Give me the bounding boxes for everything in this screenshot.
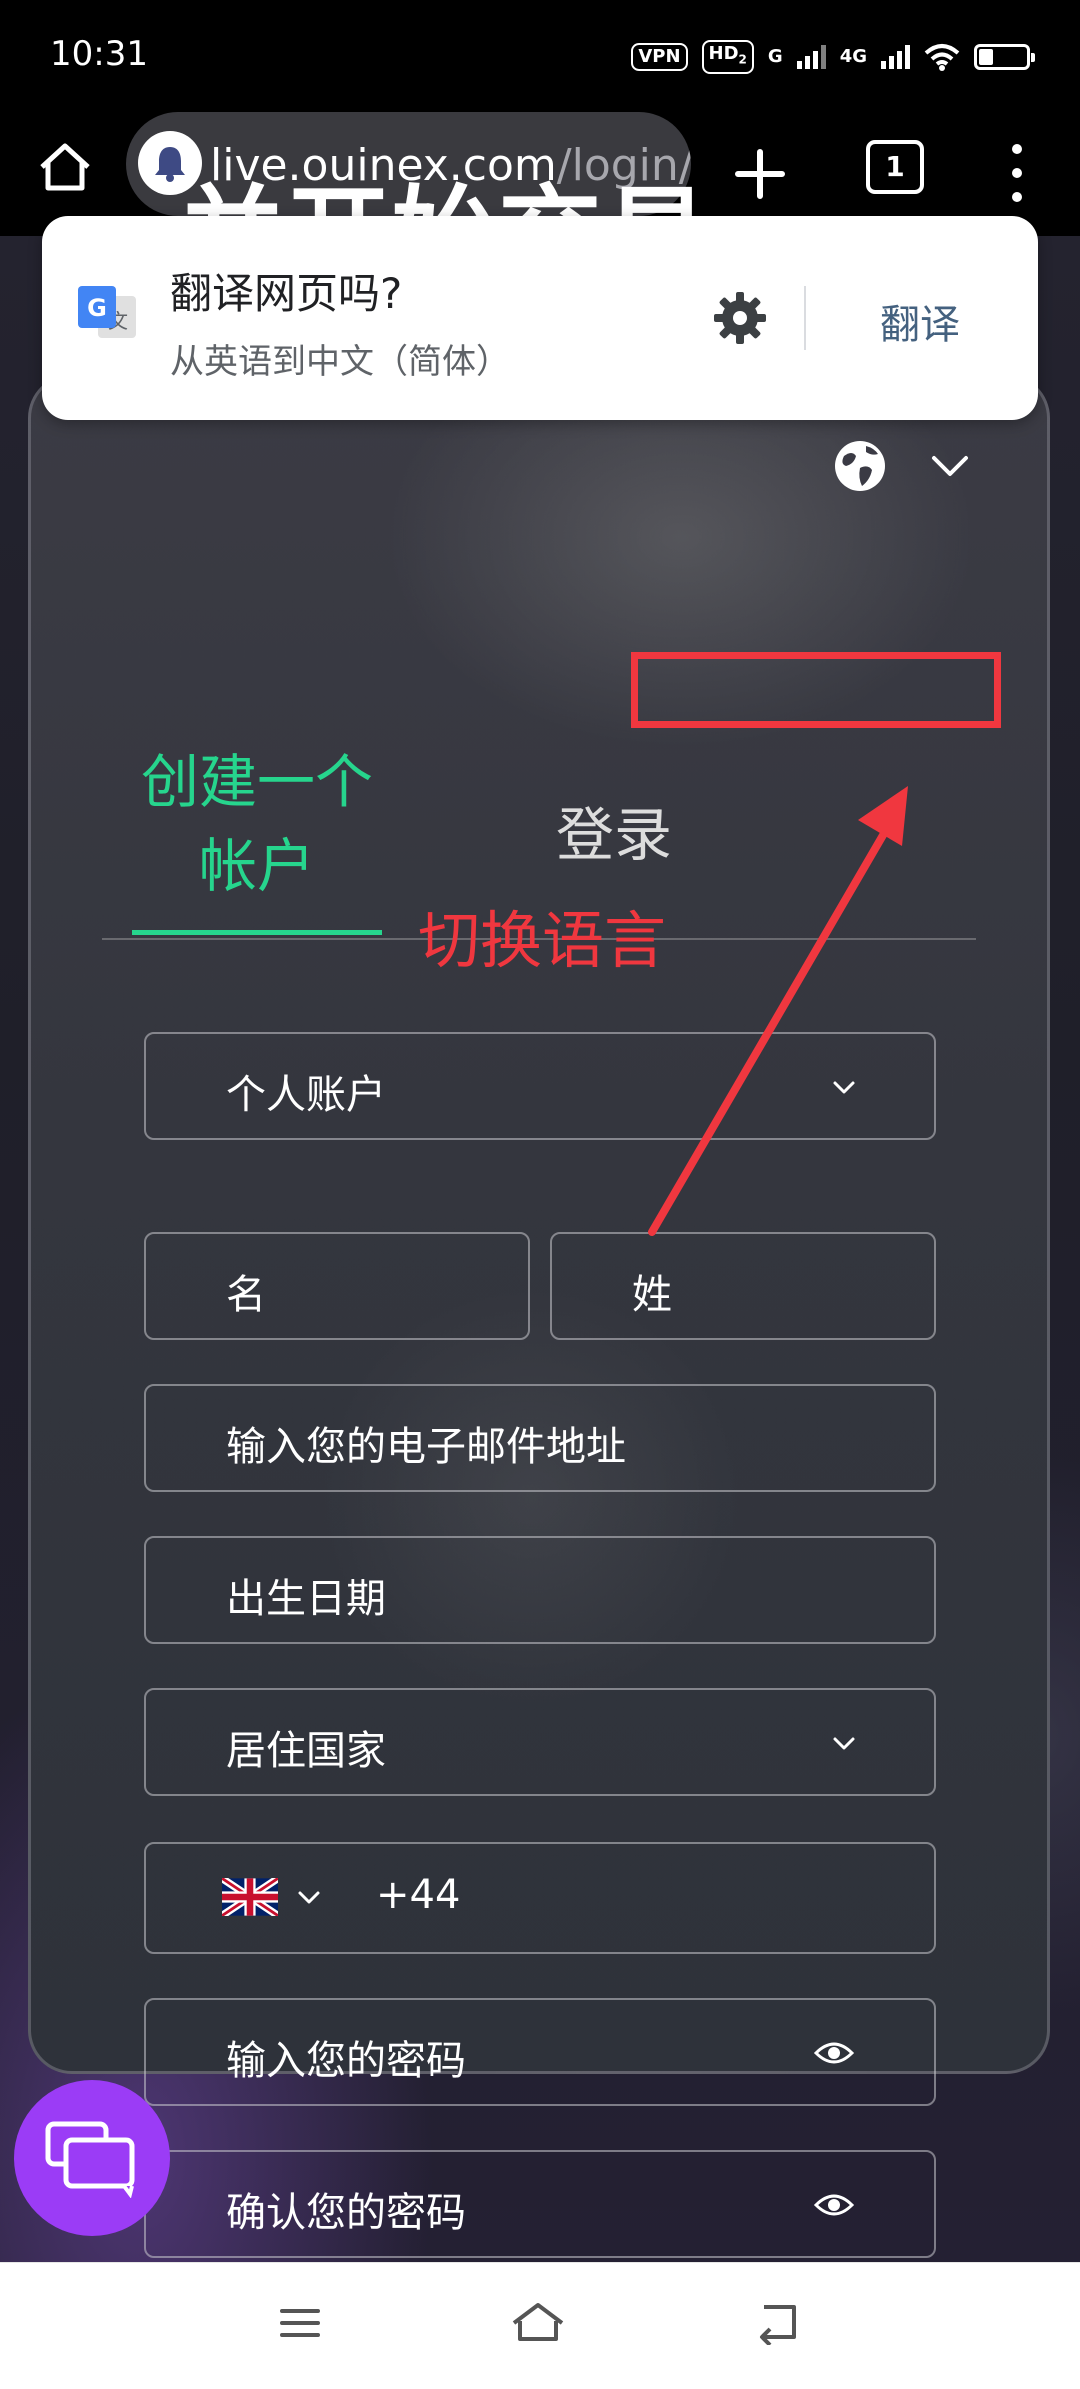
email-field[interactable]: 输入您的电子邮件地址 xyxy=(144,1384,936,1492)
password-field[interactable]: 输入您的密码 xyxy=(144,1998,936,2106)
last-name-field[interactable]: 姓 xyxy=(550,1232,936,1340)
annotation-switch-language: 切换语言 xyxy=(418,904,667,977)
battery-icon xyxy=(974,43,1035,70)
signup-card xyxy=(28,374,1050,2074)
eye-icon[interactable] xyxy=(814,2190,854,2220)
chevron-down-icon xyxy=(833,1081,855,1094)
chevron-down-icon xyxy=(833,1737,855,1750)
signal-2-bars-icon xyxy=(881,44,910,69)
wifi-icon xyxy=(924,43,960,71)
signal-1-label: G xyxy=(767,46,783,68)
hd-badge: HD2 xyxy=(701,40,754,74)
more-icon-dot xyxy=(1012,144,1022,154)
globe-icon xyxy=(835,441,885,491)
system-nav-bar xyxy=(0,2262,1080,2389)
vpn-badge: VPN xyxy=(631,42,688,71)
chevron-down-icon[interactable] xyxy=(296,1886,322,1910)
account-type-select[interactable]: 个人账户 xyxy=(144,1032,936,1140)
signal-1-bars-icon xyxy=(796,44,826,69)
status-time: 10:31 xyxy=(50,34,148,74)
google-translate-icon: 文 G xyxy=(78,286,136,338)
phone-field[interactable]: +44 xyxy=(144,1842,936,1954)
country-placeholder: 居住国家 xyxy=(226,1728,386,1774)
gear-icon[interactable] xyxy=(712,290,768,346)
language-highlight-box xyxy=(631,652,1001,728)
nav-back-icon[interactable] xyxy=(754,2301,804,2345)
browser-home-button[interactable] xyxy=(30,132,100,202)
birth-date-field[interactable]: 出生日期 xyxy=(144,1536,936,1644)
translate-subtitle: 从英语到中文（简体） xyxy=(170,342,510,382)
email-placeholder: 输入您的电子邮件地址 xyxy=(226,1424,626,1470)
dial-code: +44 xyxy=(376,1872,461,1918)
first-name-placeholder: 名 xyxy=(226,1272,266,1318)
uk-flag-icon[interactable] xyxy=(222,1878,278,1916)
nav-home-icon[interactable] xyxy=(510,2299,566,2347)
home-icon xyxy=(40,143,90,191)
eye-icon[interactable] xyxy=(814,2038,854,2068)
signal-2-label: 4G xyxy=(839,46,867,68)
more-menu-button[interactable] xyxy=(1000,138,1034,208)
status-icons: VPN HD2 G 4G xyxy=(631,40,1035,74)
tab-login[interactable]: 登录 xyxy=(556,788,672,872)
confirm-password-field[interactable]: 确认您的密码 xyxy=(144,2150,936,2258)
active-tab-underline xyxy=(132,930,382,935)
tab-create-account[interactable]: 创建一个帐户 xyxy=(132,740,382,908)
translate-separator xyxy=(804,286,806,350)
country-select[interactable]: 居住国家 xyxy=(144,1688,936,1796)
translate-button[interactable]: 翻译 xyxy=(880,292,960,350)
first-name-field[interactable]: 名 xyxy=(144,1232,530,1340)
language-switcher[interactable] xyxy=(812,428,988,504)
password-placeholder: 输入您的密码 xyxy=(226,2038,466,2084)
chat-button[interactable] xyxy=(14,2080,170,2236)
nav-menu-icon[interactable] xyxy=(278,2303,322,2343)
confirm-password-placeholder: 确认您的密码 xyxy=(226,2190,466,2236)
chat-icon xyxy=(45,2121,135,2198)
tab-switcher-button[interactable]: 1 xyxy=(866,140,924,194)
account-type-value: 个人账户 xyxy=(226,1072,386,1118)
translate-prompt: 文 G 翻译网页吗? 从英语到中文（简体） 翻译 xyxy=(42,216,1038,420)
birth-date-placeholder: 出生日期 xyxy=(226,1576,386,1622)
last-name-placeholder: 姓 xyxy=(632,1272,672,1318)
translate-title: 翻译网页吗? xyxy=(170,269,403,318)
chevron-down-icon xyxy=(932,456,968,476)
svg-text:G: G xyxy=(87,294,107,322)
status-bar: 10:31 VPN HD2 G 4G xyxy=(0,0,1080,110)
